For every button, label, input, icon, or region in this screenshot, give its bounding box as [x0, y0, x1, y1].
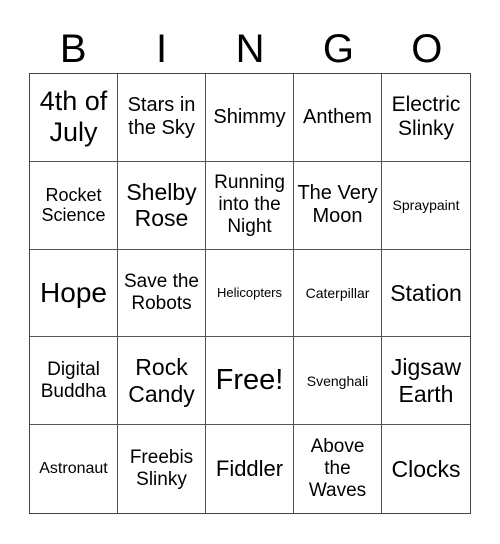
bingo-cell-label: Stars in the Sky — [127, 94, 196, 140]
header-letter-n: N — [235, 27, 265, 71]
bingo-cell-label: Freebis Slinky — [129, 447, 194, 491]
bingo-cell[interactable]: Rocket Science — [30, 161, 118, 250]
bingo-cell[interactable]: Digital Buddha — [30, 337, 118, 426]
bingo-cell[interactable]: Helicopters — [206, 249, 294, 338]
bingo-cell-label: Station — [390, 279, 462, 306]
bingo-cell-label: Digital Buddha — [40, 358, 107, 402]
bingo-cell-label: Hope — [40, 276, 107, 308]
bingo-cell-label: Helicopters — [216, 284, 283, 300]
bingo-cell[interactable]: Shimmy — [206, 74, 294, 162]
bingo-cell[interactable]: Stars in the Sky — [118, 74, 206, 162]
bingo-cell-label: Running into the Night — [214, 172, 285, 238]
bingo-cell[interactable]: The Very Moon — [294, 161, 382, 250]
bingo-cell-label: Save the Robots — [124, 271, 199, 314]
bingo-cell[interactable]: Fiddler — [206, 425, 294, 513]
bingo-cell-label: Rock Candy — [128, 354, 195, 407]
bingo-cell[interactable]: Rock Candy — [118, 337, 206, 426]
bingo-cell-label: Anthem — [303, 105, 372, 128]
bingo-cell-label: 4th of July — [39, 86, 108, 148]
bingo-cell[interactable]: Station — [382, 250, 470, 338]
bingo-cell-label: Shimmy — [213, 105, 286, 128]
header-letter-i: I — [156, 27, 168, 71]
bingo-cell[interactable]: Caterpillar — [294, 249, 382, 338]
bingo-cell[interactable]: Above the Waves — [294, 425, 382, 513]
bingo-cell[interactable]: Electric Slinky — [382, 74, 470, 162]
bingo-cell-label: Jigsaw Earth — [390, 354, 462, 407]
bingo-cell-label: Shelby Rose — [126, 178, 197, 232]
bingo-cell[interactable]: 4th of July — [30, 74, 118, 162]
bingo-grid: 4th of July Stars in the Sky Shimmy Anthem E… — [29, 73, 471, 514]
bingo-cell-label: Electric Slinky — [391, 93, 461, 141]
header-letter-b: B — [59, 27, 87, 71]
bingo-cell-label: Fiddler — [215, 456, 284, 482]
header-letter-o: O — [411, 27, 443, 71]
bingo-cell-label: Rocket Science — [41, 184, 106, 226]
bingo-cell[interactable]: Save the Robots — [118, 249, 206, 338]
bingo-cell-label: Caterpillar — [305, 284, 370, 301]
bingo-cell-label: The Very Moon — [297, 182, 378, 228]
bingo-cell-label: Astronaut — [39, 459, 108, 477]
bingo-cell[interactable]: Svenghali — [294, 337, 382, 426]
bingo-cell[interactable]: Jigsaw Earth — [382, 337, 470, 426]
bingo-cell[interactable]: Hope — [30, 249, 118, 338]
header-letter-g: G — [322, 27, 354, 71]
bingo-cell[interactable]: Anthem — [294, 74, 382, 162]
bingo-cell[interactable]: Clocks — [382, 425, 470, 513]
bingo-cell-label: Spraypaint — [392, 197, 460, 214]
bingo-cell[interactable]: Shelby Rose — [118, 161, 206, 250]
bingo-cell-label: Svenghali — [306, 372, 369, 389]
bingo-cell[interactable]: Astronaut — [30, 425, 118, 513]
bingo-cell[interactable]: Spraypaint — [382, 162, 470, 250]
bingo-cell[interactable]: Freebis Slinky — [118, 425, 206, 513]
bingo-header: B I N G O — [29, 26, 471, 72]
bingo-cell-label: Free! — [215, 364, 284, 397]
bingo-cell-label: Clocks — [391, 455, 461, 482]
free-space-cell[interactable]: Free! — [206, 337, 294, 426]
bingo-cell[interactable]: Running into the Night — [206, 161, 294, 250]
bingo-cell-label: Above the Waves — [308, 436, 367, 502]
